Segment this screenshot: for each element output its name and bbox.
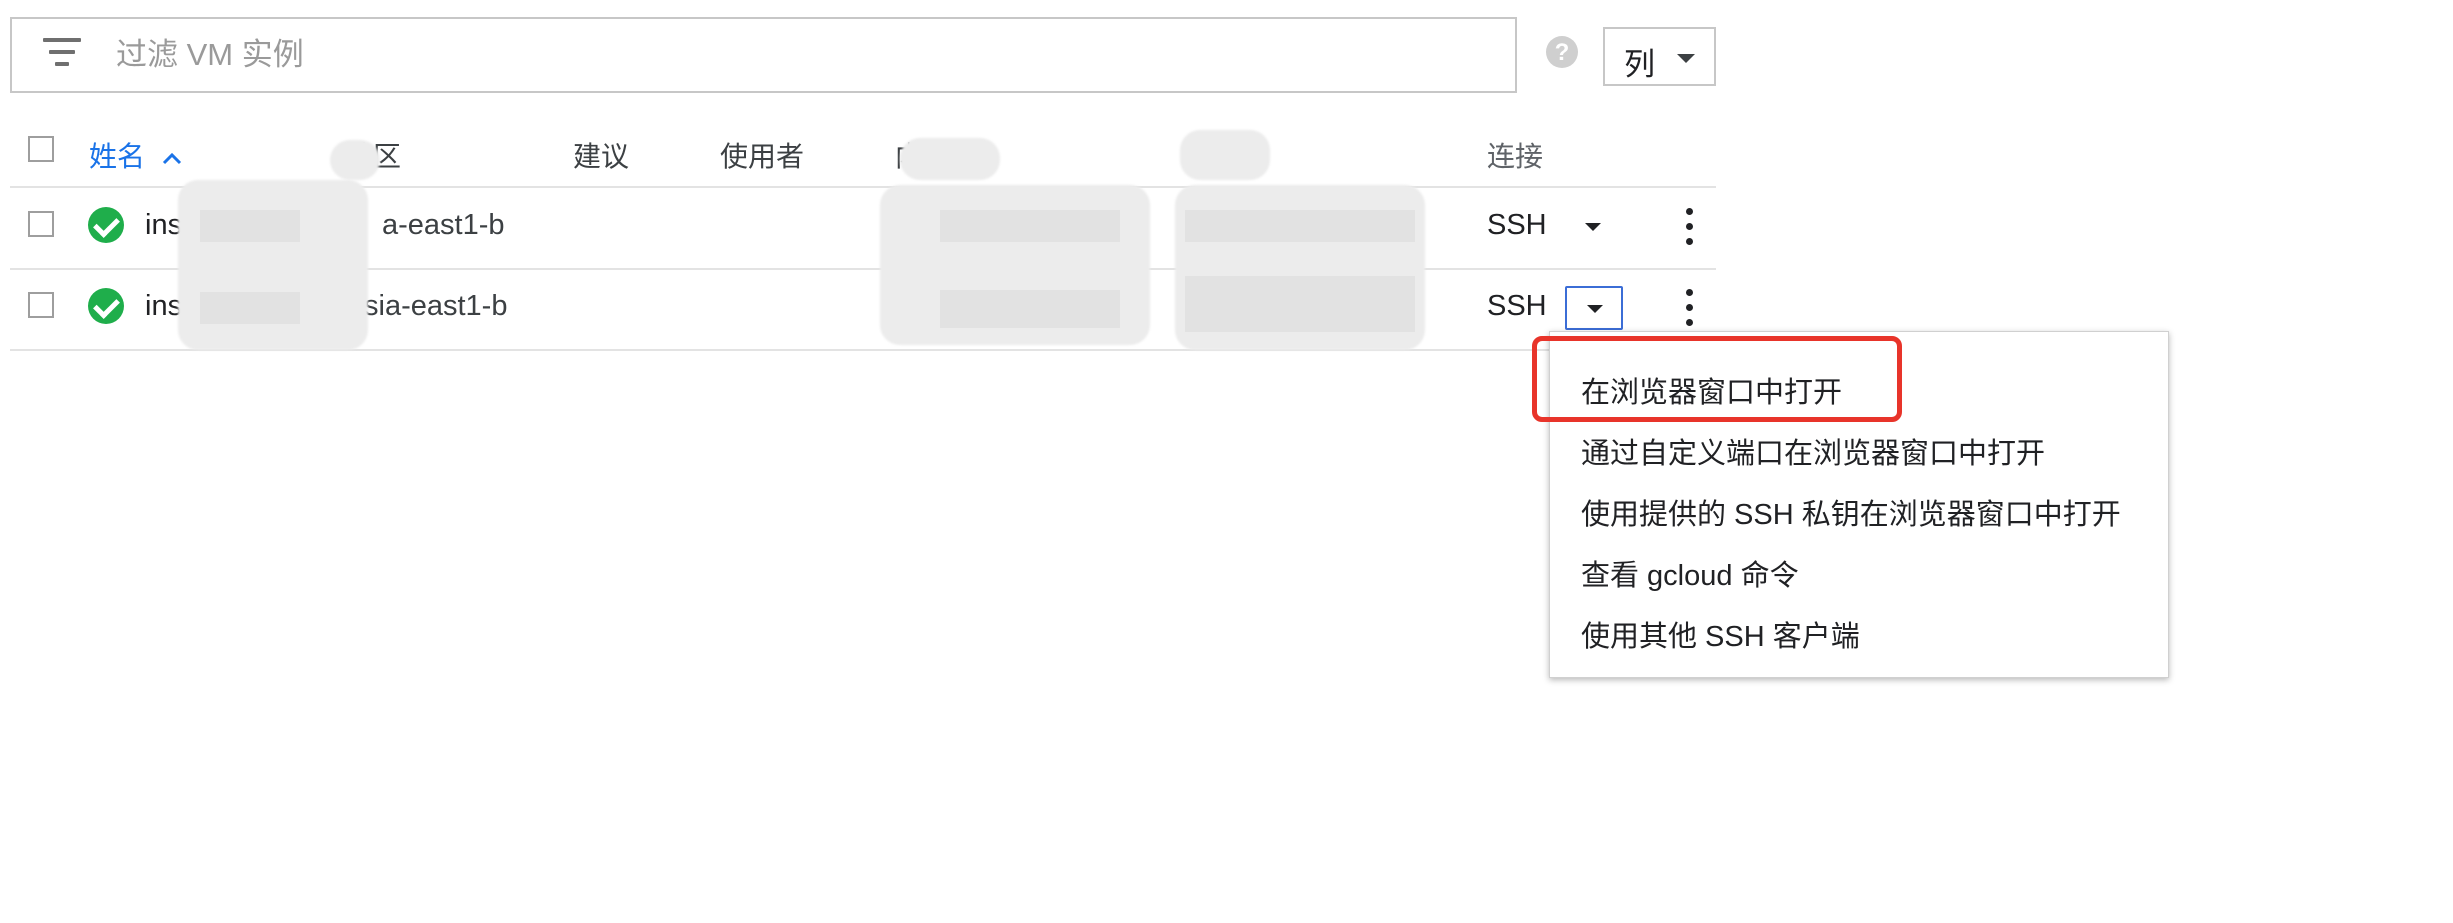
status-running-icon [88,207,124,243]
redaction-patch [1180,130,1270,180]
filter-input[interactable] [116,30,1496,80]
menu-item-other-ssh-client[interactable]: 使用其他 SSH 客户端 [1581,613,1860,655]
filter-icon[interactable] [43,38,81,68]
more-actions-icon[interactable] [1683,208,1695,248]
instance-zone: sia-east1-b [364,290,508,322]
columns-button-label: 列 [1624,47,1655,82]
select-all-checkbox[interactable] [28,136,54,162]
menu-item-open-with-private-key[interactable]: 使用提供的 SSH 私钥在浏览器窗口中打开 [1581,491,2121,533]
caret-down-icon [1585,223,1601,231]
redaction-patch [200,292,300,324]
column-header-name[interactable]: 姓名 [89,135,183,175]
redaction-patch [940,290,1120,328]
more-actions-icon[interactable] [1683,289,1695,329]
sort-ascending-icon [162,152,181,164]
columns-button[interactable]: 列 [1603,27,1716,86]
instance-zone: a-east1-b [382,209,505,241]
ssh-options-dropdown[interactable] [1565,286,1623,330]
redaction-patch [1185,210,1415,242]
redaction-patch [940,210,1120,242]
menu-item-open-in-browser-custom-port[interactable]: 通过自定义端口在浏览器窗口中打开 [1581,430,2045,472]
help-icon[interactable]: ? [1546,36,1578,68]
redaction-patch [900,138,1000,180]
status-running-icon [88,288,124,324]
column-header-name-label: 姓名 [89,141,146,172]
highlight-annotation [1532,336,1902,422]
row-checkbox[interactable] [28,211,54,237]
row-checkbox[interactable] [28,292,54,318]
redaction-patch [178,180,368,350]
column-header-used-by[interactable]: 使用者 [720,135,804,175]
ssh-options-dropdown[interactable] [1565,206,1623,250]
column-header-connect: 连接 [1487,141,1544,172]
instance-name-link[interactable]: ins [145,290,182,323]
chevron-down-icon [1677,54,1695,63]
redaction-patch [200,210,300,242]
ssh-connect-button[interactable]: SSH [1487,209,1547,242]
ssh-connect-button[interactable]: SSH [1487,290,1547,323]
redaction-patch [1185,276,1415,332]
menu-item-view-gcloud-command[interactable]: 查看 gcloud 命令 [1581,552,1799,594]
redaction-patch [330,140,380,180]
caret-down-icon [1587,305,1603,313]
column-header-recommendation[interactable]: 建议 [573,135,629,175]
